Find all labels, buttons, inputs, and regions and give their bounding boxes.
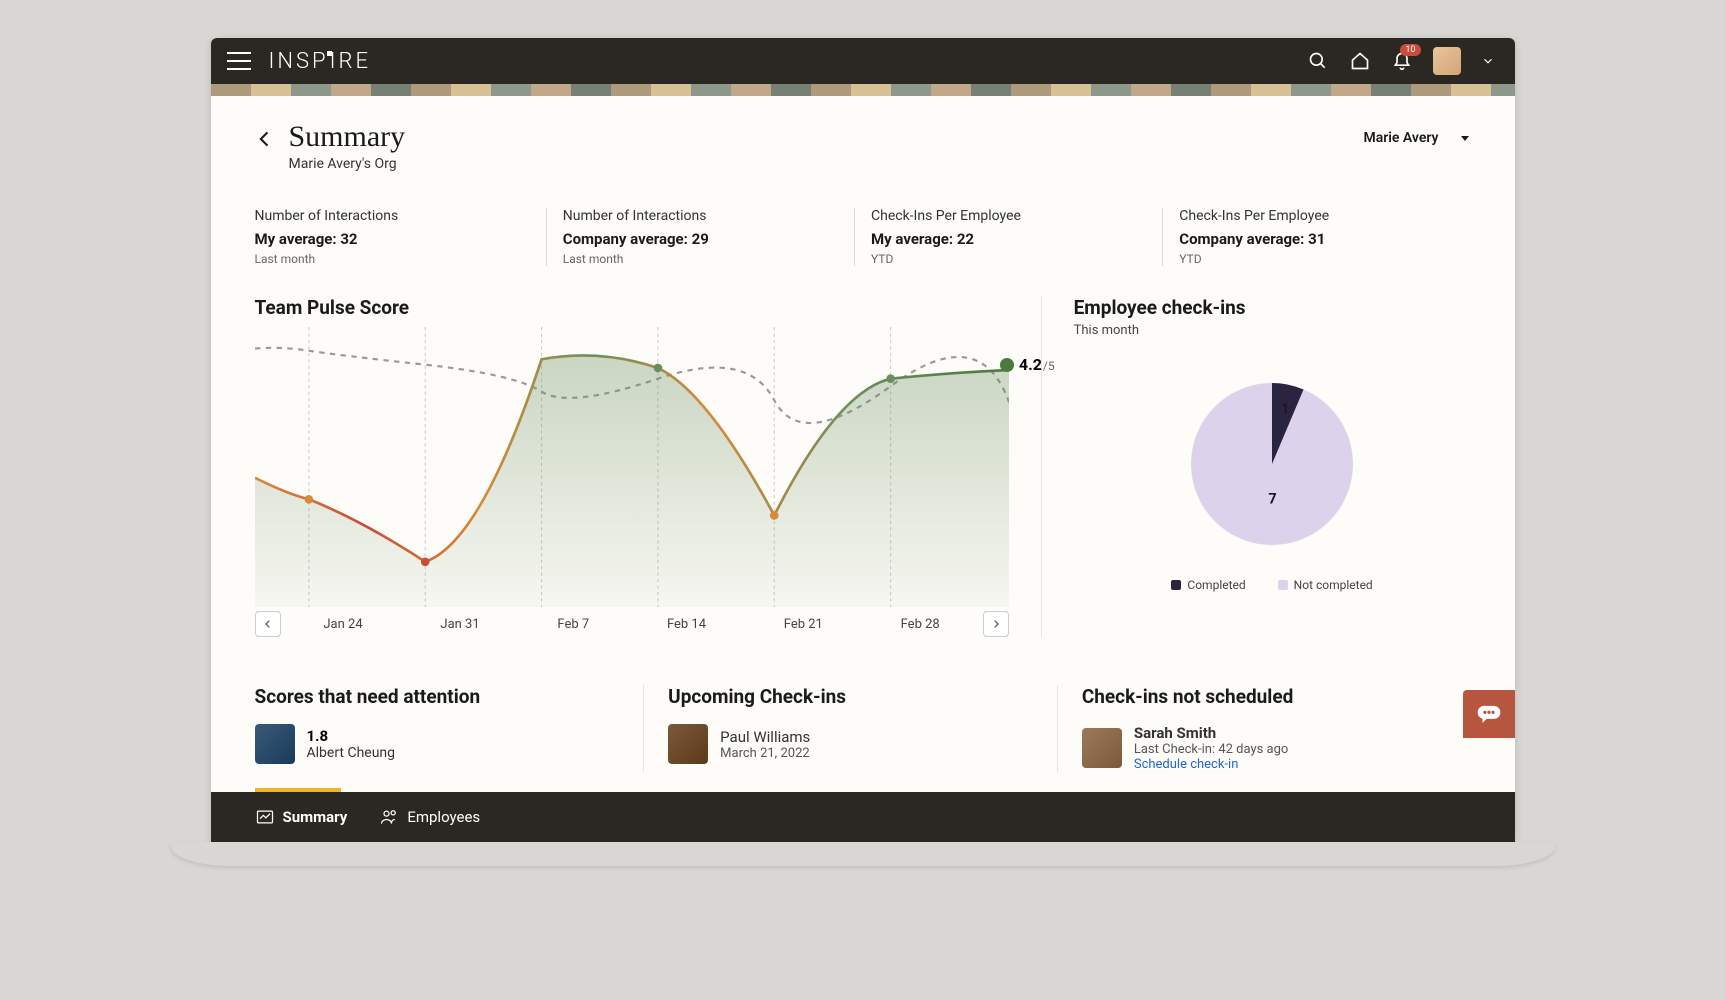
chart-next-button[interactable]: [983, 611, 1009, 637]
avatar: [668, 724, 708, 764]
upcoming-name: Paul Williams: [720, 728, 810, 746]
stat-card: Number of Interactions My average: 32 La…: [255, 208, 546, 266]
chart-x-axis: Jan 24 Jan 31 Feb 7 Feb 14 Feb 21 Feb 28: [281, 617, 983, 632]
user-avatar[interactable]: [1433, 47, 1461, 75]
stat-card: Check-Ins Per Employee My average: 22 YT…: [854, 208, 1162, 266]
home-icon[interactable]: [1349, 50, 1371, 72]
user-dropdown[interactable]: Marie Avery: [1363, 130, 1470, 146]
upcoming-title: Upcoming Check-ins: [668, 685, 1033, 708]
stat-label: Number of Interactions: [563, 208, 838, 224]
chart-prev-button[interactable]: [255, 611, 281, 637]
checkins-subtitle: This month: [1074, 323, 1471, 338]
tab-label: Summary: [283, 808, 348, 826]
attention-person[interactable]: 1.8 Albert Cheung: [255, 724, 620, 764]
unscheduled-title: Check-ins not scheduled: [1082, 685, 1447, 708]
legend-completed: Completed: [1171, 578, 1245, 592]
decorative-banner: [211, 84, 1515, 96]
stats-row: Number of Interactions My average: 32 La…: [255, 208, 1471, 266]
brand-logo: iNSPiRE: [269, 49, 371, 74]
stat-card: Check-Ins Per Employee Company average: …: [1162, 208, 1470, 266]
chevron-down-icon[interactable]: [1477, 50, 1499, 72]
bell-icon[interactable]: 10: [1391, 50, 1413, 72]
active-tab-indicator: [255, 788, 341, 792]
bottombar: Summary Employees: [211, 792, 1515, 842]
attention-title: Scores that need attention: [255, 685, 620, 708]
stat-sub: Last month: [255, 252, 530, 266]
stat-label: Check-Ins Per Employee: [871, 208, 1146, 224]
stat-value: Company average: 29: [563, 230, 838, 248]
stat-value: My average: 22: [871, 230, 1146, 248]
legend-swatch-icon: [1171, 580, 1181, 590]
search-icon[interactable]: [1307, 50, 1329, 72]
page-subtitle: Marie Avery's Org: [289, 156, 406, 172]
checkins-pie-chart: 1 7: [1074, 374, 1471, 554]
schedule-link[interactable]: Schedule check-in: [1134, 757, 1289, 772]
pie-legend: Completed Not completed: [1074, 578, 1471, 592]
tab-employees[interactable]: Employees: [379, 807, 480, 827]
upcoming-person[interactable]: Paul Williams March 21, 2022: [668, 724, 1033, 764]
checkins-title: Employee check-ins: [1074, 296, 1471, 319]
topbar: iNSPiRE 10: [211, 38, 1515, 84]
tab-label: Employees: [407, 808, 480, 826]
svg-text:1: 1: [1281, 401, 1289, 418]
stat-label: Number of Interactions: [255, 208, 530, 224]
unscheduled-last: Last Check-in: 42 days ago: [1134, 742, 1289, 757]
pulse-current-score: 4.2 /5: [1000, 355, 1055, 374]
chat-button[interactable]: [1463, 690, 1515, 738]
upcoming-date: March 21, 2022: [720, 746, 810, 761]
attention-name: Albert Cheung: [307, 745, 396, 761]
stat-sub: YTD: [1179, 252, 1454, 266]
attention-score: 1.8: [307, 727, 396, 745]
notification-badge: 10: [1400, 44, 1420, 56]
svg-text:7: 7: [1268, 491, 1276, 508]
stat-value: Company average: 31: [1179, 230, 1454, 248]
stat-value: My average: 32: [255, 230, 530, 248]
user-dropdown-label: Marie Avery: [1363, 130, 1438, 146]
unscheduled-person: Sarah Smith Last Check-in: 42 days ago S…: [1082, 724, 1447, 772]
avatar: [1082, 728, 1122, 768]
stat-sub: Last month: [563, 252, 838, 266]
stat-label: Check-Ins Per Employee: [1179, 208, 1454, 224]
page-title: Summary: [289, 120, 406, 154]
avatar: [255, 724, 295, 764]
menu-icon[interactable]: [227, 52, 251, 70]
tab-summary[interactable]: Summary: [255, 807, 348, 827]
score-dot-icon: [1000, 358, 1014, 372]
legend-not-completed: Not completed: [1278, 578, 1373, 592]
legend-swatch-icon: [1278, 580, 1288, 590]
pulse-title: Team Pulse Score: [255, 296, 1009, 319]
stat-card: Number of Interactions Company average: …: [546, 208, 854, 266]
back-icon[interactable]: [255, 126, 275, 156]
unscheduled-name: Sarah Smith: [1134, 724, 1289, 742]
stat-sub: YTD: [871, 252, 1146, 266]
pulse-chart: 4.2 /5: [255, 327, 1009, 607]
